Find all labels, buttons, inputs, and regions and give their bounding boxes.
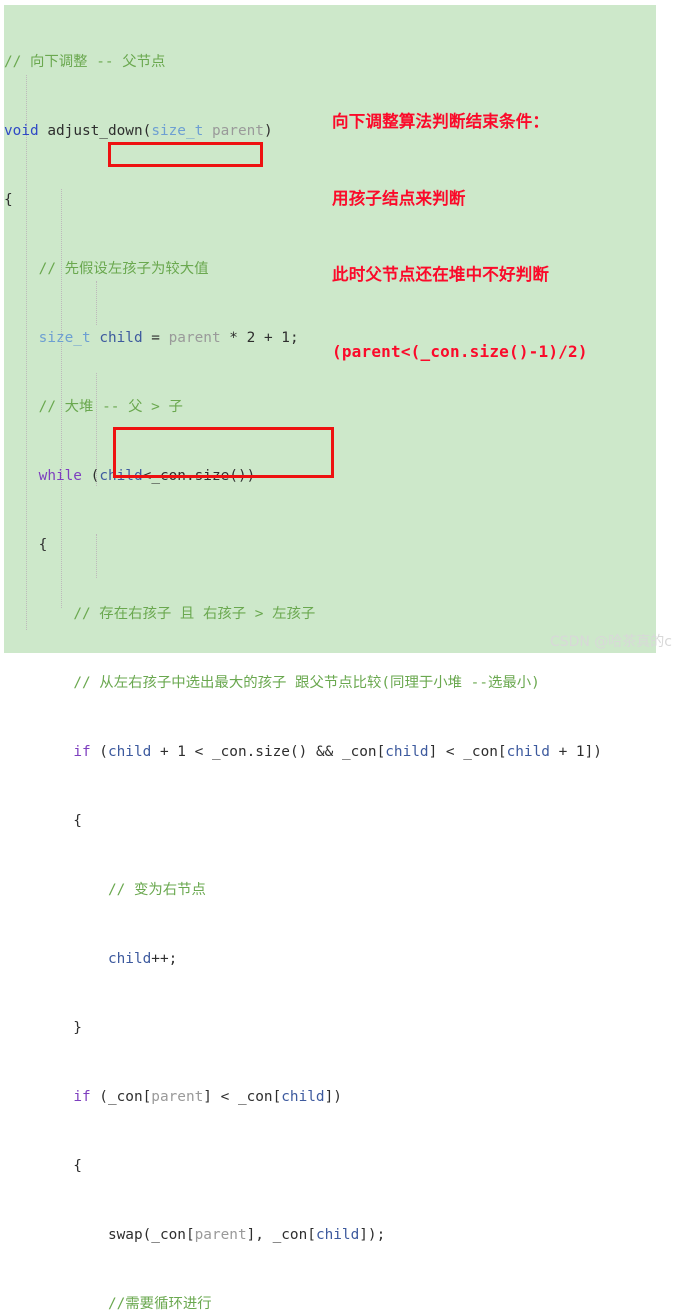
code-line: { — [4, 813, 82, 829]
code-line: // 从左右孩子中选出最大的孩子 跟父节点比较(同理于小堆 --选最小) — [73, 675, 540, 691]
code-line: // 变为右节点 — [107, 882, 206, 898]
code-line: if (child + 1 < _con.size() && _con[chil… — [73, 744, 602, 760]
code-line: child++; — [107, 951, 178, 967]
red-annotation: 向下调整算法判断结束条件： 用孩子结点来判断 此时父节点还在堆中不好判断 (pa… — [332, 58, 588, 415]
code-line: // 存在右孩子 且 右孩子 > 左孩子 — [73, 606, 316, 622]
annotation-line-3: 此时父节点还在堆中不好判断 — [332, 265, 550, 284]
code-screenshot: // 向下调整 -- 父节点 void adjust_down(size_t p… — [0, 0, 680, 1312]
csdn-watermark: CSDN @哈茶真的c — [549, 634, 672, 650]
code-line: //需要循环进行 — [107, 1296, 212, 1312]
code-line: { — [4, 537, 48, 553]
annotation-line-4: (parent<(_con.size()-1)/2) — [332, 341, 588, 361]
annotation-line-2: 用孩子结点来判断 — [332, 188, 466, 208]
code-line: while (child<_con.size()) — [38, 468, 256, 484]
code-line: { — [4, 1158, 82, 1174]
annotation-line-1: 向下调整算法判断结束条件： — [332, 112, 550, 131]
code-line: if (_con[parent] < _con[child]) — [73, 1089, 342, 1105]
code-line: swap(_con[parent], _con[child]); — [107, 1227, 386, 1243]
code-line: } — [4, 1020, 82, 1036]
